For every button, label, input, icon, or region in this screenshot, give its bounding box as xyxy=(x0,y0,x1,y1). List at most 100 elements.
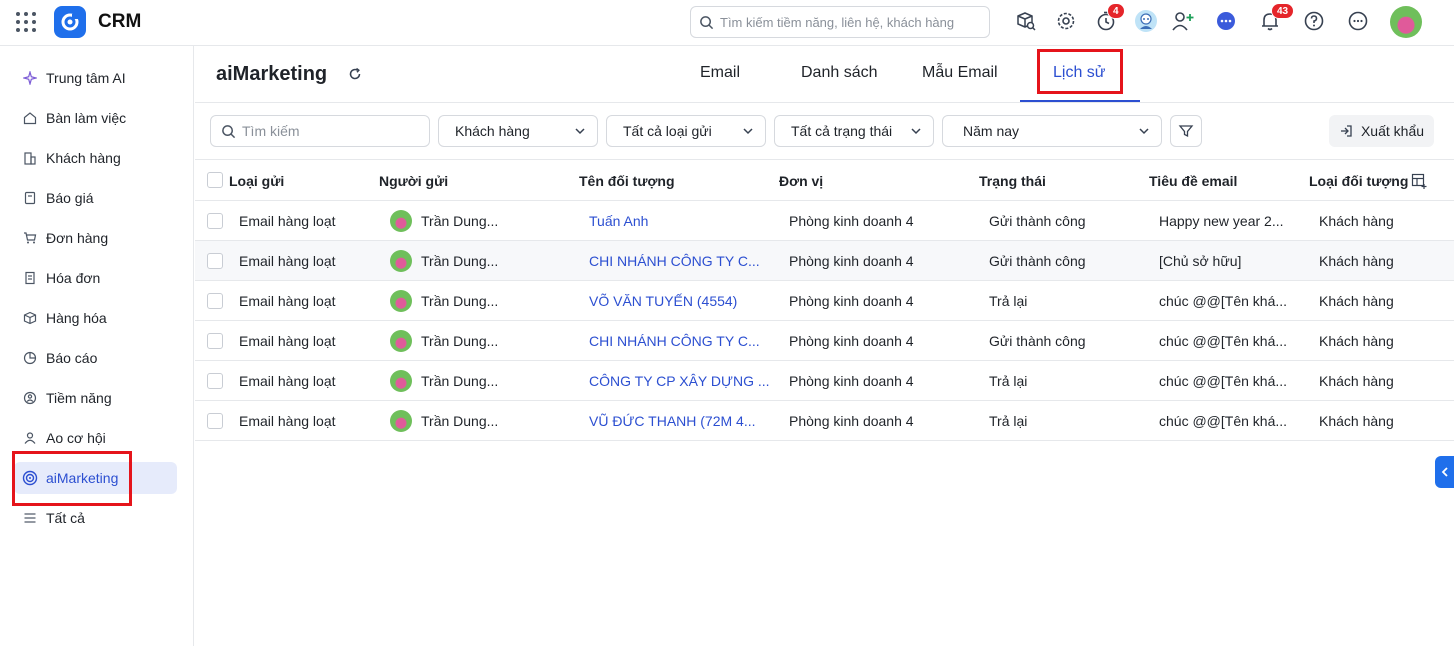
cell-object-type: Khách hàng xyxy=(1319,333,1394,349)
sender-avatar xyxy=(390,370,412,392)
table-row[interactable]: Email hàng loạt Trần Dung... Tuấn Anh Ph… xyxy=(195,201,1454,241)
cell-object-type: Khách hàng xyxy=(1319,413,1394,429)
app-grid-icon[interactable] xyxy=(16,12,36,32)
tab-list[interactable]: Danh sách xyxy=(801,64,878,82)
active-tab-indicator xyxy=(1020,100,1140,102)
sidebar-item-workspace[interactable]: Bàn làm việc xyxy=(14,102,177,134)
column-header[interactable]: Đơn vị xyxy=(779,173,823,189)
help-icon[interactable] xyxy=(1301,8,1327,34)
history-search[interactable] xyxy=(210,115,430,147)
column-header[interactable]: Tiêu đề email xyxy=(1149,173,1237,189)
row-checkbox[interactable] xyxy=(207,213,223,229)
sidebar-item-label: Bàn làm việc xyxy=(46,110,127,126)
sidebar-item-customers[interactable]: Khách hàng xyxy=(14,142,177,174)
filter-button[interactable] xyxy=(1170,115,1202,147)
sidebar-item-label: Trung tâm AI xyxy=(46,70,126,86)
column-settings-icon[interactable] xyxy=(1411,173,1427,189)
opportunity-icon xyxy=(22,430,38,446)
export-icon xyxy=(1340,125,1352,137)
cell-subject: Happy new year 2... xyxy=(1159,213,1284,229)
period-select[interactable]: Năm nay xyxy=(942,115,1162,147)
global-search-input[interactable] xyxy=(720,14,980,30)
cell-object-type: Khách hàng xyxy=(1319,213,1394,229)
sidebar-item-orders[interactable]: Đơn hàng xyxy=(14,222,177,254)
send-type-select[interactable]: Tất cả loại gửi xyxy=(606,115,766,147)
table-row[interactable]: Email hàng loạt Trần Dung... VŨ ĐỨC THAN… xyxy=(195,401,1454,441)
row-checkbox[interactable] xyxy=(207,253,223,269)
cell-status: Gửi thành công xyxy=(989,213,1086,229)
cell-send-type: Email hàng loạt xyxy=(239,253,336,269)
reminder-clock-icon[interactable]: 4 xyxy=(1093,3,1125,34)
report-icon xyxy=(22,350,38,366)
status-select[interactable]: Tất cả trạng thái xyxy=(774,115,934,147)
crm-logo-icon[interactable] xyxy=(54,6,86,38)
assistant-avatar-icon[interactable] xyxy=(1133,8,1159,34)
row-checkbox[interactable] xyxy=(207,413,223,429)
side-panel-toggle[interactable] xyxy=(1435,456,1454,488)
sidebar-item-all[interactable]: Tất cả xyxy=(14,502,177,534)
column-header[interactable]: Tên đối tượng xyxy=(579,173,675,189)
potential-icon xyxy=(22,390,38,406)
select-all-checkbox[interactable] xyxy=(207,172,223,188)
sidebar-item-potentials[interactable]: Tiềm năng xyxy=(14,382,177,414)
column-header[interactable]: Loại đối tượng xyxy=(1309,173,1408,189)
export-button[interactable]: Xuất khẩu xyxy=(1329,115,1434,147)
building-icon xyxy=(22,150,38,166)
row-checkbox[interactable] xyxy=(207,293,223,309)
cell-send-type: Email hàng loạt xyxy=(239,213,336,229)
chat-icon[interactable] xyxy=(1213,8,1239,34)
sidebar-item-invoices[interactable]: Hóa đơn xyxy=(14,262,177,294)
cell-target-link[interactable]: CHI NHÁNH CÔNG TY C... xyxy=(589,333,760,349)
home-icon xyxy=(22,110,38,126)
cell-object-type: Khách hàng xyxy=(1319,373,1394,389)
table-row[interactable]: Email hàng loạt Trần Dung... VÕ VĂN TUYẾ… xyxy=(195,281,1454,321)
table-row[interactable]: Email hàng loạt Trần Dung... CHI NHÁNH C… xyxy=(195,321,1454,361)
global-search[interactable] xyxy=(690,6,990,38)
cell-target-link[interactable]: Tuấn Anh xyxy=(589,213,648,229)
cell-object-type: Khách hàng xyxy=(1319,253,1394,269)
box-search-icon[interactable] xyxy=(1013,8,1039,34)
sidebar-item-label: Báo cáo xyxy=(46,350,98,366)
search-icon xyxy=(700,15,714,29)
cell-target-link[interactable]: VŨ ĐỨC THANH (72M 4... xyxy=(589,413,756,429)
tab-email-template[interactable]: Mẫu Email xyxy=(922,64,998,82)
invoice-icon xyxy=(22,270,38,286)
main-content: aiMarketing Email Danh sách Mẫu Email Lị… xyxy=(195,46,1454,646)
tabs-divider xyxy=(195,102,1454,103)
sidebar-item-opportunities[interactable]: Ao cơ hội xyxy=(14,422,177,454)
bell-icon[interactable]: 43 xyxy=(1257,3,1295,34)
cell-status: Trả lại xyxy=(989,413,1028,429)
gear-icon[interactable] xyxy=(1053,8,1079,34)
send-type-value: Tất cả loại gửi xyxy=(623,123,712,139)
sidebar-item-label: Đơn hàng xyxy=(46,230,109,246)
cell-subject: chúc @@[Tên khá... xyxy=(1159,413,1288,429)
refresh-icon[interactable] xyxy=(347,66,363,82)
column-header[interactable]: Người gửi xyxy=(379,173,448,189)
sidebar-item-ai-center[interactable]: Trung tâm AI xyxy=(14,62,177,94)
object-type-select[interactable]: Khách hàng xyxy=(438,115,598,147)
table-row[interactable]: Email hàng loạt Trần Dung... CHI NHÁNH C… xyxy=(195,241,1454,281)
cell-target-link[interactable]: CÔNG TY CP XÂY DỰNG ... xyxy=(589,373,770,389)
top-bar: CRM 4 43 xyxy=(0,0,1454,46)
cell-send-type: Email hàng loạt xyxy=(239,373,336,389)
chevron-left-icon xyxy=(1441,467,1448,477)
user-avatar[interactable] xyxy=(1390,6,1422,38)
sidebar-item-products[interactable]: Hàng hóa xyxy=(14,302,177,334)
cell-subject: chúc @@[Tên khá... xyxy=(1159,293,1288,309)
row-checkbox[interactable] xyxy=(207,373,223,389)
sidebar-item-reports[interactable]: Báo cáo xyxy=(14,342,177,374)
tab-email[interactable]: Email xyxy=(700,64,740,82)
sidebar-item-quotes[interactable]: Báo giá xyxy=(14,182,177,214)
table-row[interactable]: Email hàng loạt Trần Dung... CÔNG TY CP … xyxy=(195,361,1454,401)
history-search-input[interactable] xyxy=(242,123,422,139)
cell-target-link[interactable]: VÕ VĂN TUYẾN (4554) xyxy=(589,293,737,309)
cell-target-link[interactable]: CHI NHÁNH CÔNG TY C... xyxy=(589,253,760,269)
more-icon[interactable] xyxy=(1345,8,1371,34)
cart-icon xyxy=(22,230,38,246)
column-header[interactable]: Loại gửi xyxy=(229,173,284,189)
add-user-icon[interactable] xyxy=(1170,8,1196,34)
menu-icon xyxy=(22,510,38,526)
row-checkbox[interactable] xyxy=(207,333,223,349)
cell-unit: Phòng kinh doanh 4 xyxy=(789,293,914,309)
column-header[interactable]: Trạng thái xyxy=(979,173,1046,189)
